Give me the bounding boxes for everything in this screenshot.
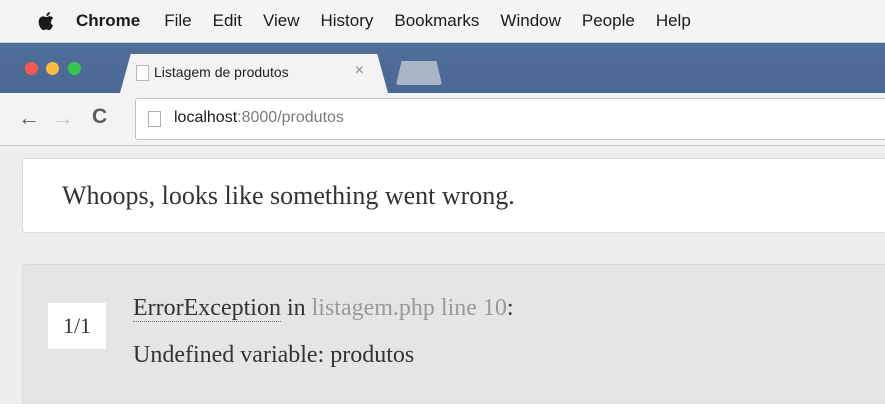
menu-people[interactable]: People — [582, 11, 635, 31]
error-headline-card: Whoops, looks like something went wrong. — [22, 158, 885, 233]
exception-message: Undefined variable: produtos — [133, 342, 415, 368]
menu-bookmarks[interactable]: Bookmarks — [394, 11, 479, 31]
exception-title: ErrorException in listagem.php line 10: — [133, 295, 514, 322]
apple-icon[interactable] — [36, 10, 58, 32]
url-host: localhost — [174, 109, 238, 126]
page-content: Whoops, looks like something went wrong.… — [0, 146, 885, 410]
forward-arrow-icon[interactable]: → — [52, 105, 74, 131]
menu-window[interactable]: Window — [500, 11, 560, 31]
exception-in-word: in — [280, 295, 312, 321]
menu-bar: Chrome File Edit View History Bookmarks … — [0, 0, 885, 43]
menu-file[interactable]: File — [164, 11, 191, 31]
browser-toolbar: ← → C localhost:8000/produtos — [0, 93, 885, 146]
page-icon — [136, 65, 149, 81]
exception-counter: 1/1 — [48, 303, 106, 349]
minimize-window-button[interactable] — [46, 62, 59, 75]
url-text[interactable]: localhost:8000/produtos — [174, 109, 344, 127]
reload-icon[interactable]: C — [92, 105, 107, 129]
tab-title: Listagem de produtos — [154, 64, 289, 80]
tab-close-icon[interactable]: × — [355, 62, 364, 80]
error-headline: Whoops, looks like something went wrong. — [62, 181, 515, 210]
exception-class[interactable]: ErrorException — [133, 295, 281, 322]
zoom-window-button[interactable] — [68, 62, 81, 75]
menu-history[interactable]: History — [320, 11, 373, 31]
close-window-button[interactable] — [25, 62, 38, 75]
tab-listagem-de-produtos[interactable]: Listagem de produtos × — [120, 54, 388, 93]
menu-help[interactable]: Help — [656, 11, 691, 31]
exception-colon: : — [506, 295, 514, 321]
menu-chrome[interactable]: Chrome — [76, 11, 140, 31]
menu-edit[interactable]: Edit — [213, 11, 242, 31]
address-bar[interactable]: localhost:8000/produtos — [135, 98, 885, 140]
page-icon — [148, 111, 161, 127]
back-arrow-icon[interactable]: ← — [18, 105, 40, 131]
menu-view[interactable]: View — [263, 11, 300, 31]
exception-panel: 1/1 ErrorException in listagem.php line … — [22, 264, 885, 406]
new-tab-button[interactable] — [396, 61, 442, 85]
divider — [0, 404, 885, 410]
tab-strip: Listagem de produtos × — [0, 43, 885, 93]
url-path: :8000/produtos — [237, 109, 344, 126]
exception-location: listagem.php line 10 — [311, 295, 507, 321]
